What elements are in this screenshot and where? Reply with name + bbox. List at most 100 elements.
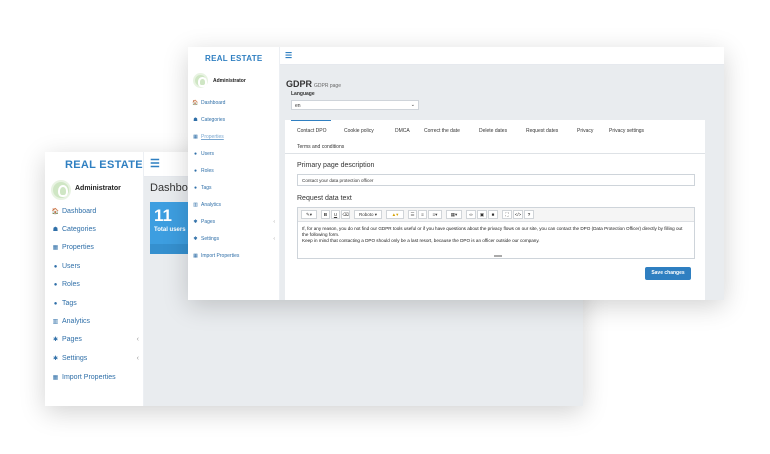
sitemap-icon: ☗: [52, 227, 59, 233]
tab-terms-and-conditions[interactable]: Terms and conditions: [297, 144, 344, 150]
underline-icon[interactable]: U: [331, 210, 340, 219]
image-icon[interactable]: ▣: [477, 210, 487, 219]
bar-chart-icon: ▥: [52, 319, 59, 325]
link-icon[interactable]: ∞: [466, 210, 476, 219]
chevron-left-icon: ‹: [136, 336, 139, 343]
building-icon: ▦: [193, 134, 198, 140]
sidebar-item-users[interactable]: ● Users: [51, 263, 141, 270]
sidebar-item-dashboard[interactable]: 🏠 Dashboard: [192, 100, 277, 106]
bold-icon[interactable]: B: [321, 210, 330, 219]
stat-label: Total users: [154, 227, 186, 233]
unordered-list-icon[interactable]: ☰: [408, 210, 417, 219]
tab-contact-dpo[interactable]: Contact DPO: [297, 128, 326, 134]
color-icon[interactable]: ▲▾: [386, 210, 404, 219]
hamburger-icon[interactable]: ☰: [150, 157, 160, 170]
align-icon[interactable]: ≡▾: [428, 210, 442, 219]
user-icon: ●: [53, 300, 58, 307]
sidebar-item-categories[interactable]: ☗ Categories: [51, 226, 141, 233]
font-name: Roboto: [358, 212, 374, 217]
tab-correct-the-date[interactable]: Correct the date: [424, 128, 460, 134]
hamburger-icon[interactable]: ☰: [285, 51, 292, 60]
sidebar-item-label: Pages: [201, 219, 216, 225]
user-icon: ●: [53, 281, 58, 288]
brand-logo[interactable]: REAL ESTATE: [65, 159, 143, 171]
sidebar-item-import-properties[interactable]: ▦ Import Properties: [51, 374, 141, 381]
editor-toolbar: ✎▾ B U ⌫ Roboto ▾ ▲▾ ☰ ≡ ≡▾ ▦▾ ∞ ▣ ■ ⛶ <…: [298, 208, 694, 222]
sidebar-item-label: Roles: [62, 281, 80, 288]
stat-value: 11: [154, 206, 172, 225]
sidebar-item-label: Properties: [201, 134, 224, 140]
admin-name: Administrator: [75, 185, 121, 192]
sidebar-item-analytics[interactable]: ▥ Analytics: [51, 318, 141, 325]
magic-icon[interactable]: ✎▾: [301, 210, 317, 219]
sidebar-item-settings[interactable]: ✱ Settings ‹: [51, 355, 141, 362]
sidebar-item-label: Dashboard: [201, 100, 226, 106]
table-icon[interactable]: ▦▾: [446, 210, 462, 219]
resize-handle[interactable]: [494, 255, 502, 257]
sidebar-item-label: Import Properties: [201, 253, 240, 259]
user-icon: ●: [193, 185, 198, 191]
sidebar-item-settings[interactable]: ✱ Settings ‹: [192, 236, 277, 242]
language-value: en: [295, 103, 301, 109]
sidebar-item-label: Settings: [62, 355, 88, 362]
sidebar-item-properties[interactable]: ▦ Properties: [51, 244, 141, 251]
sidebar-item-label: Users: [62, 263, 81, 270]
active-tab-indicator: [291, 120, 331, 121]
eraser-icon[interactable]: ⌫: [341, 210, 350, 219]
brand-logo[interactable]: REAL ESTATE: [205, 54, 263, 63]
page-title-text: GDPR: [286, 79, 313, 89]
sidebar-item-tags[interactable]: ● Tags: [51, 300, 141, 307]
user-icon: ●: [53, 263, 58, 270]
sitemap-icon: ☗: [193, 117, 198, 123]
sidebar-item-properties[interactable]: ▦ Properties: [192, 134, 277, 140]
video-icon[interactable]: ■: [488, 210, 498, 219]
sidebar-item-import-properties[interactable]: ▦ Import Properties: [192, 253, 277, 259]
editor-content[interactable]: If, for any reason, you do not find our …: [302, 226, 690, 245]
sidebar: REAL ESTATE Administrator 🏠 Dashboard ☗ Ca…: [45, 152, 144, 406]
code-icon[interactable]: </>: [513, 210, 523, 219]
sidebar-item-label: Users: [201, 151, 215, 157]
tab-cookie-policy[interactable]: Cookie policy: [344, 128, 374, 134]
tab-privacy-settings[interactable]: Privacy settings: [609, 128, 644, 134]
avatar: [193, 73, 208, 88]
sidebar-item-label: Categories: [201, 117, 226, 123]
ordered-list-icon[interactable]: ≡: [418, 210, 427, 219]
rich-text-editor[interactable]: ✎▾ B U ⌫ Roboto ▾ ▲▾ ☰ ≡ ≡▾ ▦▾ ∞ ▣ ■ ⛶ <…: [297, 207, 695, 259]
sidebar-item-label: Import Properties: [62, 374, 116, 381]
help-icon[interactable]: ?: [524, 210, 534, 219]
sidebar-item-label: Properties: [62, 244, 94, 251]
sidebar-item-pages[interactable]: ✱ Pages ‹: [51, 336, 141, 343]
chevron-left-icon: ‹: [273, 219, 275, 225]
fullscreen-icon[interactable]: ⛶: [502, 210, 512, 219]
chevron-left-icon: ‹: [273, 236, 275, 242]
gear-icon: ✱: [52, 356, 59, 362]
tab-bar: Contact DPO Cookie policy DMCA Correct t…: [285, 120, 705, 154]
language-select[interactable]: en ⌄: [291, 100, 419, 110]
user-icon: ●: [193, 151, 198, 157]
admin-name: Administrator: [213, 78, 246, 84]
sidebar-item-users[interactable]: ● Users: [192, 151, 277, 157]
tab-request-dates[interactable]: Request dates: [526, 128, 558, 134]
editor-paragraph: If, for any reason, you do not find our …: [302, 226, 683, 238]
tab-privacy[interactable]: Privacy: [577, 128, 593, 134]
gear-icon: ✱: [52, 337, 59, 343]
sidebar-item-label: Roles: [201, 168, 214, 174]
sidebar-item-tags[interactable]: ● Tags: [192, 185, 277, 191]
primary-description-input[interactable]: Contact your data protection officer: [297, 174, 695, 186]
font-dropdown[interactable]: Roboto ▾: [354, 210, 382, 219]
sidebar-item-analytics[interactable]: ▥ Analytics: [192, 202, 277, 208]
gear-icon: ✱: [193, 219, 198, 225]
building-icon: ▦: [193, 253, 198, 259]
page-subtitle: GDPR page: [314, 83, 341, 89]
chevron-down-icon: ⌄: [410, 102, 415, 108]
sidebar-item-roles[interactable]: ● Roles: [192, 168, 277, 174]
home-icon: 🏠: [192, 100, 199, 106]
tab-dmca[interactable]: DMCA: [395, 128, 410, 134]
tab-delete-dates[interactable]: Delete dates: [479, 128, 507, 134]
sidebar-item-pages[interactable]: ✱ Pages ‹: [192, 219, 277, 225]
request-data-label: Request data text: [297, 195, 352, 202]
save-button[interactable]: Save changes: [645, 267, 691, 280]
sidebar-item-dashboard[interactable]: 🏠 Dashboard: [51, 208, 141, 215]
sidebar-item-roles[interactable]: ● Roles: [51, 281, 141, 288]
sidebar-item-categories[interactable]: ☗ Categories: [192, 117, 277, 123]
